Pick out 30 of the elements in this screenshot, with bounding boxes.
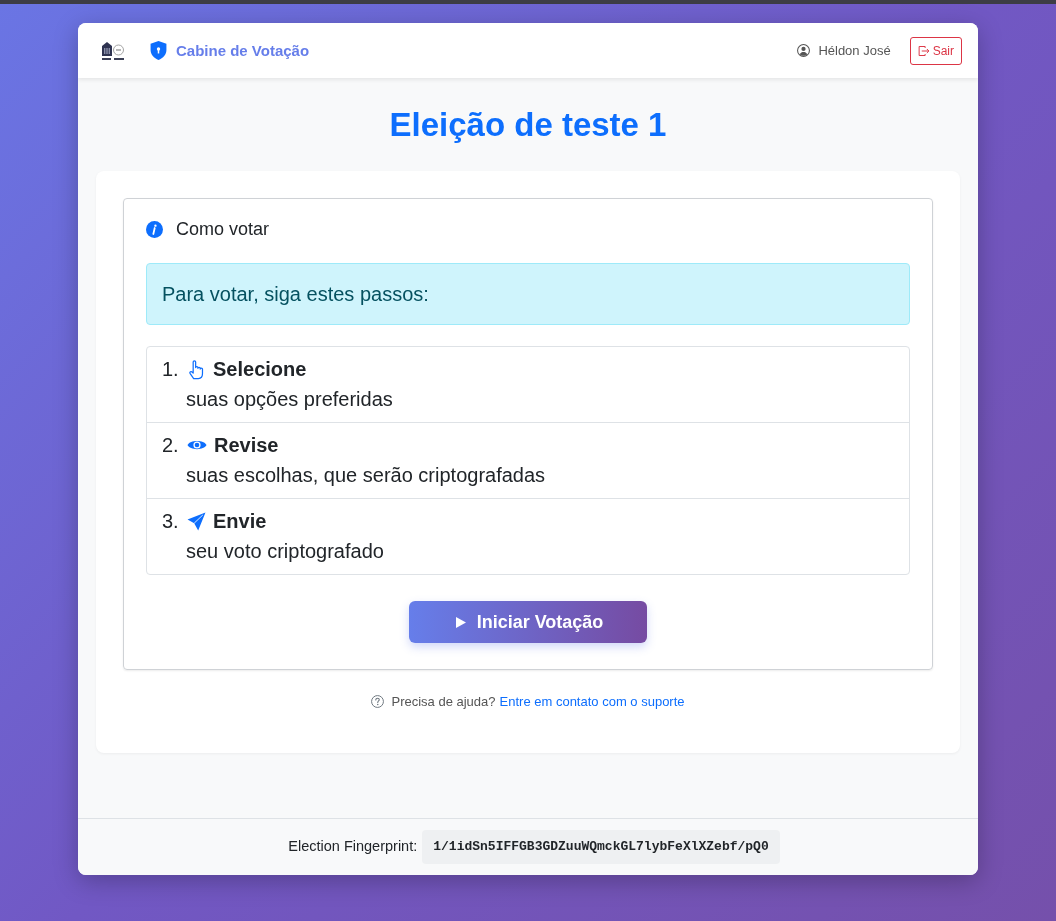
step-number: 2. — [162, 433, 180, 458]
play-icon — [455, 616, 466, 628]
eye-icon — [187, 438, 207, 452]
start-voting-button[interactable]: Iniciar Votação — [408, 601, 648, 643]
paper-plane-icon — [187, 511, 206, 531]
election-title: Eleição de teste 1 — [388, 105, 668, 145]
step-description: suas escolhas, que serão criptografadas — [186, 463, 546, 488]
support-link[interactable]: Entre em contato com o suporte — [499, 692, 685, 711]
info-icon — [146, 221, 163, 238]
exit-arrow-icon — [917, 44, 930, 57]
instructions-alert: Para votar, siga estes passos: — [146, 263, 910, 325]
step-number: 3. — [162, 509, 180, 534]
step-title: Revise — [214, 433, 279, 458]
fingerprint-code: 1/1idSn5IFFGB3GDZuuWQmckGL7lybFeXlXZebf/pQ0 — [422, 830, 780, 864]
building-logo-icon — [101, 39, 125, 62]
user-circle-icon — [797, 44, 811, 57]
step-description: suas opções preferidas — [186, 387, 393, 412]
step-number: 1. — [162, 357, 180, 382]
fingerprint-label: Election Fingerprint: — [288, 838, 418, 854]
shield-lock-icon — [150, 41, 167, 60]
step-title: Selecione — [213, 357, 307, 382]
step-description: seu voto criptografado — [186, 539, 384, 564]
logout-button[interactable]: Sair — [909, 36, 962, 65]
help-icon — [371, 695, 385, 708]
help-text: Precisa de ajuda? — [391, 693, 496, 711]
user-name: Héldon José — [818, 43, 891, 58]
app-title: Cabine de Votação — [176, 42, 310, 59]
hand-pointer-icon — [187, 358, 206, 380]
instructions-heading: Como votar — [176, 218, 270, 241]
step-title: Envie — [213, 509, 267, 534]
